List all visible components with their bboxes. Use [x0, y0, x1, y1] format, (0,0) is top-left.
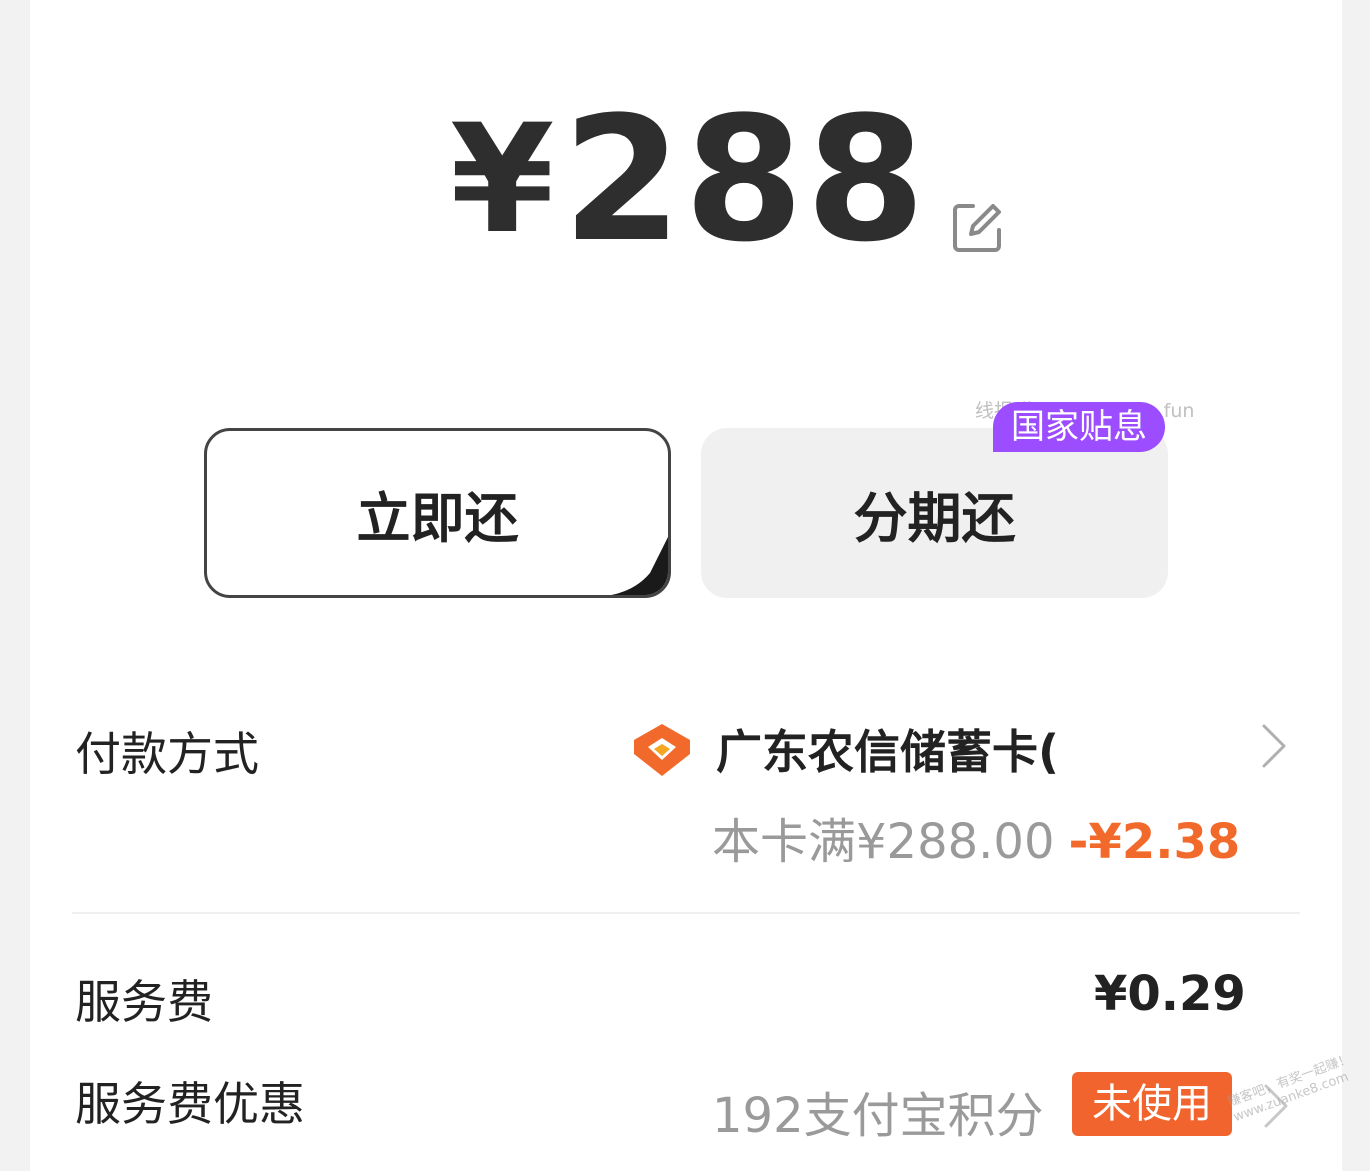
fee-discount-label: 服务费优惠	[75, 1077, 305, 1131]
bank-logo-icon	[634, 724, 690, 776]
service-fee-value: ¥0.29	[1094, 966, 1246, 1022]
subsidy-badge: 国家贴息	[993, 402, 1165, 452]
discount-amount: -¥2.38	[1068, 814, 1241, 870]
payment-chevron-right-icon[interactable]	[1258, 722, 1288, 770]
amount-display: ¥ 288	[450, 79, 1007, 280]
corner-watermark: 赚客吧，有奖一起赚！ www.zuanke8.com	[1226, 1052, 1359, 1127]
payment-method-label: 付款方式	[75, 727, 259, 781]
edit-icon[interactable]	[949, 198, 1007, 256]
pay-now-label: 立即还	[356, 486, 519, 550]
bank-card-name[interactable]: 广东农信储蓄卡(	[716, 716, 1059, 782]
repayment-card: ¥ 288 线报群-new.xianbao.fun 立即还 分期还 国家贴息 付…	[30, 0, 1353, 1171]
amount-value: 288	[562, 79, 928, 280]
card-number-mask	[1092, 708, 1242, 778]
pay-now-button[interactable]: 立即还	[204, 428, 671, 598]
divider	[72, 912, 1300, 914]
card-discount: 本卡满¥288.00 -¥2.38	[712, 802, 1240, 872]
installment-label: 分期还	[853, 486, 1016, 550]
points-amount: 192支付宝积分	[712, 1088, 1044, 1144]
discount-condition: 本卡满¥288.00	[712, 814, 1055, 870]
currency-symbol: ¥	[450, 93, 555, 267]
service-fee-label: 服务费	[75, 975, 213, 1029]
selected-check-icon	[611, 537, 668, 595]
unused-status-badge[interactable]: 未使用	[1072, 1072, 1232, 1136]
installment-button[interactable]: 分期还	[701, 428, 1168, 598]
